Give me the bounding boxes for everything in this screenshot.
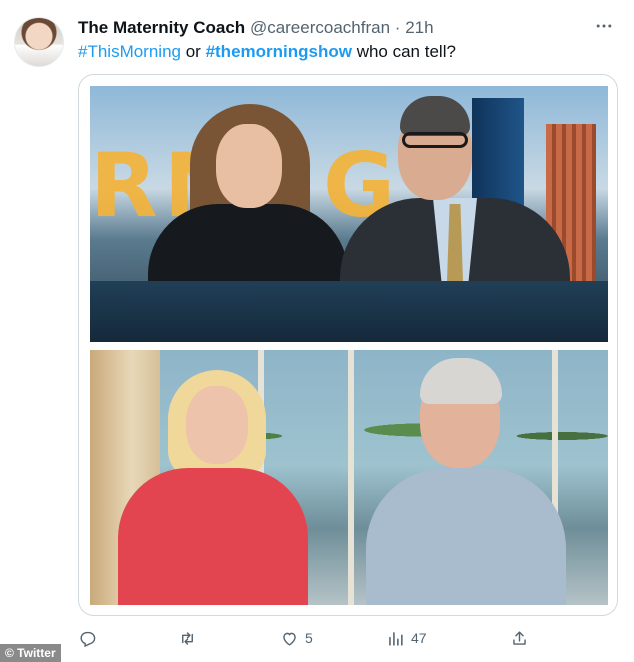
avatar[interactable] <box>14 17 64 67</box>
share-button[interactable] <box>510 624 529 652</box>
separator: · <box>394 18 401 37</box>
presenter-body <box>118 468 308 605</box>
presenter-face <box>216 124 282 208</box>
like-button[interactable]: 5 <box>280 624 313 652</box>
hashtag-thismorning[interactable]: #ThisMorning <box>78 42 181 61</box>
views-icon <box>389 631 403 646</box>
tweet-text-rest: who can tell? <box>351 42 456 61</box>
tweet-actions: 5 47 <box>78 624 528 652</box>
views-button[interactable]: 47 <box>386 624 427 652</box>
presenter-face <box>186 386 248 464</box>
view-count: 47 <box>411 630 427 646</box>
tweet-text-connector: or <box>181 42 206 61</box>
presenter-hair <box>420 358 502 404</box>
more-button[interactable] <box>592 14 616 38</box>
tweet[interactable]: The Maternity Coach @careercoachfran · 2… <box>0 0 634 662</box>
studio-desk <box>90 281 608 342</box>
presenter-glasses <box>402 132 468 148</box>
media-container[interactable]: RNNG <box>78 74 618 616</box>
author-handle[interactable]: @careercoachfran <box>250 18 390 37</box>
tweet-text: #ThisMorning or #themorningshow who can … <box>78 42 456 62</box>
reply-button[interactable] <box>78 624 103 652</box>
retweet-button[interactable] <box>178 624 203 652</box>
timestamp[interactable]: 21h <box>405 18 433 37</box>
reply-icon <box>80 631 96 647</box>
share-icon <box>513 630 526 645</box>
retweet-icon <box>182 631 193 645</box>
author-name[interactable]: The Maternity Coach <box>78 18 245 37</box>
more-icon <box>596 24 612 28</box>
like-count: 5 <box>305 630 313 646</box>
presenter-hair <box>400 96 470 136</box>
tweet-header: The Maternity Coach @careercoachfran · 2… <box>78 18 434 38</box>
photo-this-morning[interactable] <box>90 350 608 605</box>
presenter-body <box>366 468 566 605</box>
like-icon <box>283 632 296 646</box>
window-frame <box>348 350 354 605</box>
watermark: © Twitter <box>0 644 61 662</box>
hashtag-themorningshow[interactable]: #themorningshow <box>206 42 352 61</box>
photo-morning-show[interactable]: RNNG <box>90 86 608 342</box>
